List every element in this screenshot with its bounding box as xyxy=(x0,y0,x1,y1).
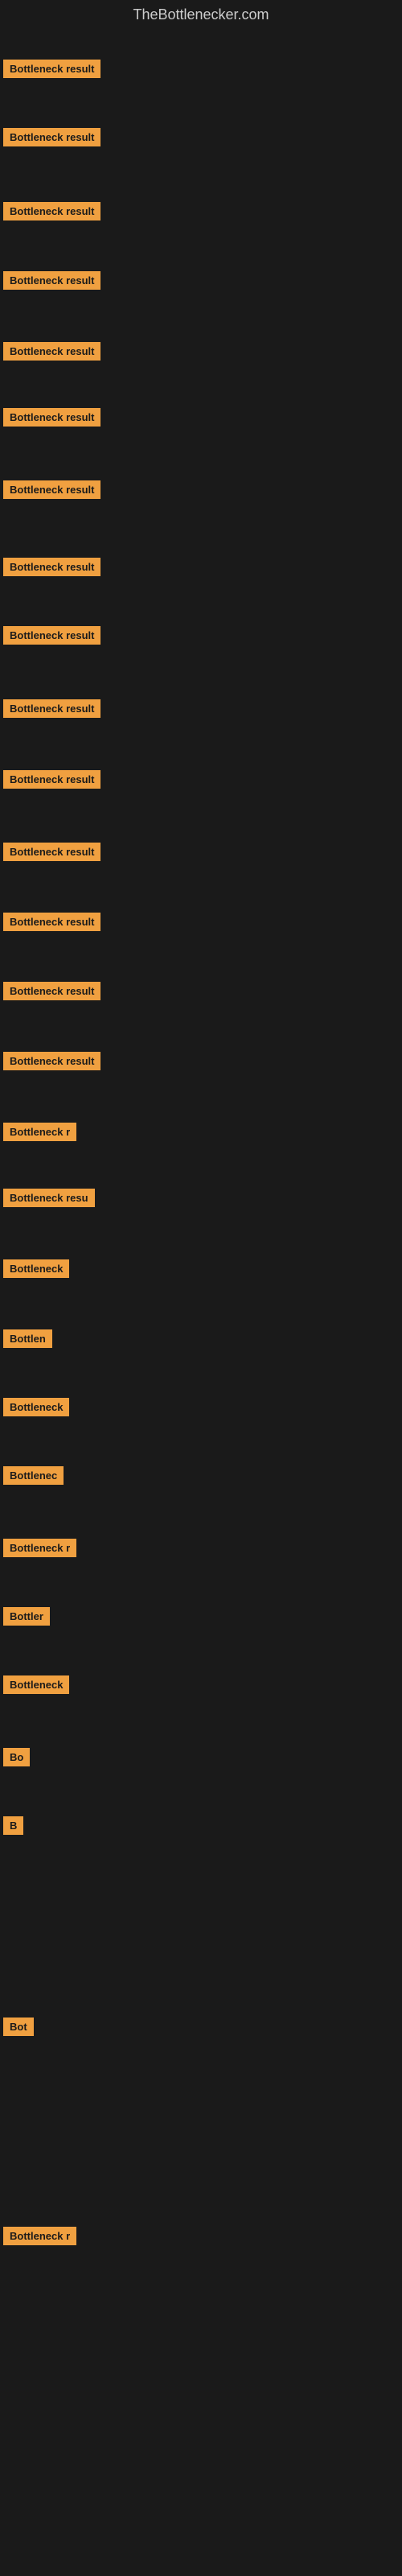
bottleneck-badge-8[interactable]: Bottleneck result xyxy=(3,558,100,576)
bottleneck-badge-26[interactable]: B xyxy=(3,1816,23,1835)
bottleneck-item-21[interactable]: Bottlenec xyxy=(0,1461,67,1494)
bottleneck-item-20[interactable]: Bottleneck xyxy=(0,1393,72,1425)
bottleneck-item-18[interactable]: Bottleneck xyxy=(0,1255,72,1287)
bottleneck-badge-9[interactable]: Bottleneck result xyxy=(3,626,100,645)
bottleneck-item-25[interactable]: Bo xyxy=(0,1743,33,1775)
bottleneck-item-14[interactable]: Bottleneck result xyxy=(0,977,104,1009)
bottleneck-item-1[interactable]: Bottleneck result xyxy=(0,55,104,87)
bottleneck-item-27[interactable]: Bot xyxy=(0,2013,37,2045)
bottleneck-item-13[interactable]: Bottleneck result xyxy=(0,908,104,940)
bottleneck-item-22[interactable]: Bottleneck r xyxy=(0,1534,80,1566)
bottleneck-badge-20[interactable]: Bottleneck xyxy=(3,1398,69,1416)
bottleneck-item-5[interactable]: Bottleneck result xyxy=(0,337,104,369)
bottleneck-item-6[interactable]: Bottleneck result xyxy=(0,403,104,435)
bottleneck-item-2[interactable]: Bottleneck result xyxy=(0,123,104,155)
bottleneck-item-28[interactable]: Bottleneck r xyxy=(0,2222,80,2254)
bottleneck-badge-14[interactable]: Bottleneck result xyxy=(3,982,100,1000)
bottleneck-badge-16[interactable]: Bottleneck r xyxy=(3,1123,76,1141)
bottleneck-badge-2[interactable]: Bottleneck result xyxy=(3,128,100,146)
bottleneck-item-26[interactable]: B xyxy=(0,1811,27,1844)
bottleneck-badge-24[interactable]: Bottleneck xyxy=(3,1675,69,1694)
bottleneck-item-3[interactable]: Bottleneck result xyxy=(0,197,104,229)
bottleneck-badge-4[interactable]: Bottleneck result xyxy=(3,271,100,290)
bottleneck-item-9[interactable]: Bottleneck result xyxy=(0,621,104,653)
bottleneck-badge-6[interactable]: Bottleneck result xyxy=(3,408,100,427)
bottleneck-badge-15[interactable]: Bottleneck result xyxy=(3,1052,100,1070)
bottleneck-badge-12[interactable]: Bottleneck result xyxy=(3,843,100,861)
bottleneck-item-15[interactable]: Bottleneck result xyxy=(0,1047,104,1079)
bottleneck-item-24[interactable]: Bottleneck xyxy=(0,1671,72,1703)
bottleneck-badge-23[interactable]: Bottler xyxy=(3,1607,50,1626)
items-container: Bottleneck result Bottleneck result Bottle… xyxy=(0,33,402,2576)
bottleneck-badge-17[interactable]: Bottleneck resu xyxy=(3,1189,95,1207)
bottleneck-badge-5[interactable]: Bottleneck result xyxy=(3,342,100,361)
bottleneck-badge-27[interactable]: Bot xyxy=(3,2018,34,2036)
bottleneck-item-4[interactable]: Bottleneck result xyxy=(0,266,104,299)
bottleneck-item-7[interactable]: Bottleneck result xyxy=(0,476,104,508)
bottleneck-badge-13[interactable]: Bottleneck result xyxy=(3,913,100,931)
site-title: TheBottlenecker.com xyxy=(0,0,402,33)
bottleneck-item-17[interactable]: Bottleneck resu xyxy=(0,1184,98,1216)
bottleneck-item-23[interactable]: Bottler xyxy=(0,1602,53,1634)
bottleneck-badge-28[interactable]: Bottleneck r xyxy=(3,2227,76,2245)
bottleneck-badge-25[interactable]: Bo xyxy=(3,1748,30,1766)
bottleneck-item-19[interactable]: Bottlen xyxy=(0,1325,55,1357)
bottleneck-badge-1[interactable]: Bottleneck result xyxy=(3,60,100,78)
bottleneck-badge-21[interactable]: Bottlenec xyxy=(3,1466,64,1485)
bottleneck-badge-7[interactable]: Bottleneck result xyxy=(3,480,100,499)
bottleneck-badge-10[interactable]: Bottleneck result xyxy=(3,699,100,718)
bottleneck-item-8[interactable]: Bottleneck result xyxy=(0,553,104,585)
bottleneck-item-16[interactable]: Bottleneck r xyxy=(0,1118,80,1150)
bottleneck-badge-18[interactable]: Bottleneck xyxy=(3,1259,69,1278)
bottleneck-badge-3[interactable]: Bottleneck result xyxy=(3,202,100,221)
bottleneck-item-11[interactable]: Bottleneck result xyxy=(0,765,104,798)
bottleneck-item-12[interactable]: Bottleneck result xyxy=(0,838,104,870)
bottleneck-item-10[interactable]: Bottleneck result xyxy=(0,694,104,727)
bottleneck-badge-11[interactable]: Bottleneck result xyxy=(3,770,100,789)
bottleneck-badge-19[interactable]: Bottlen xyxy=(3,1329,52,1348)
bottleneck-badge-22[interactable]: Bottleneck r xyxy=(3,1539,76,1557)
